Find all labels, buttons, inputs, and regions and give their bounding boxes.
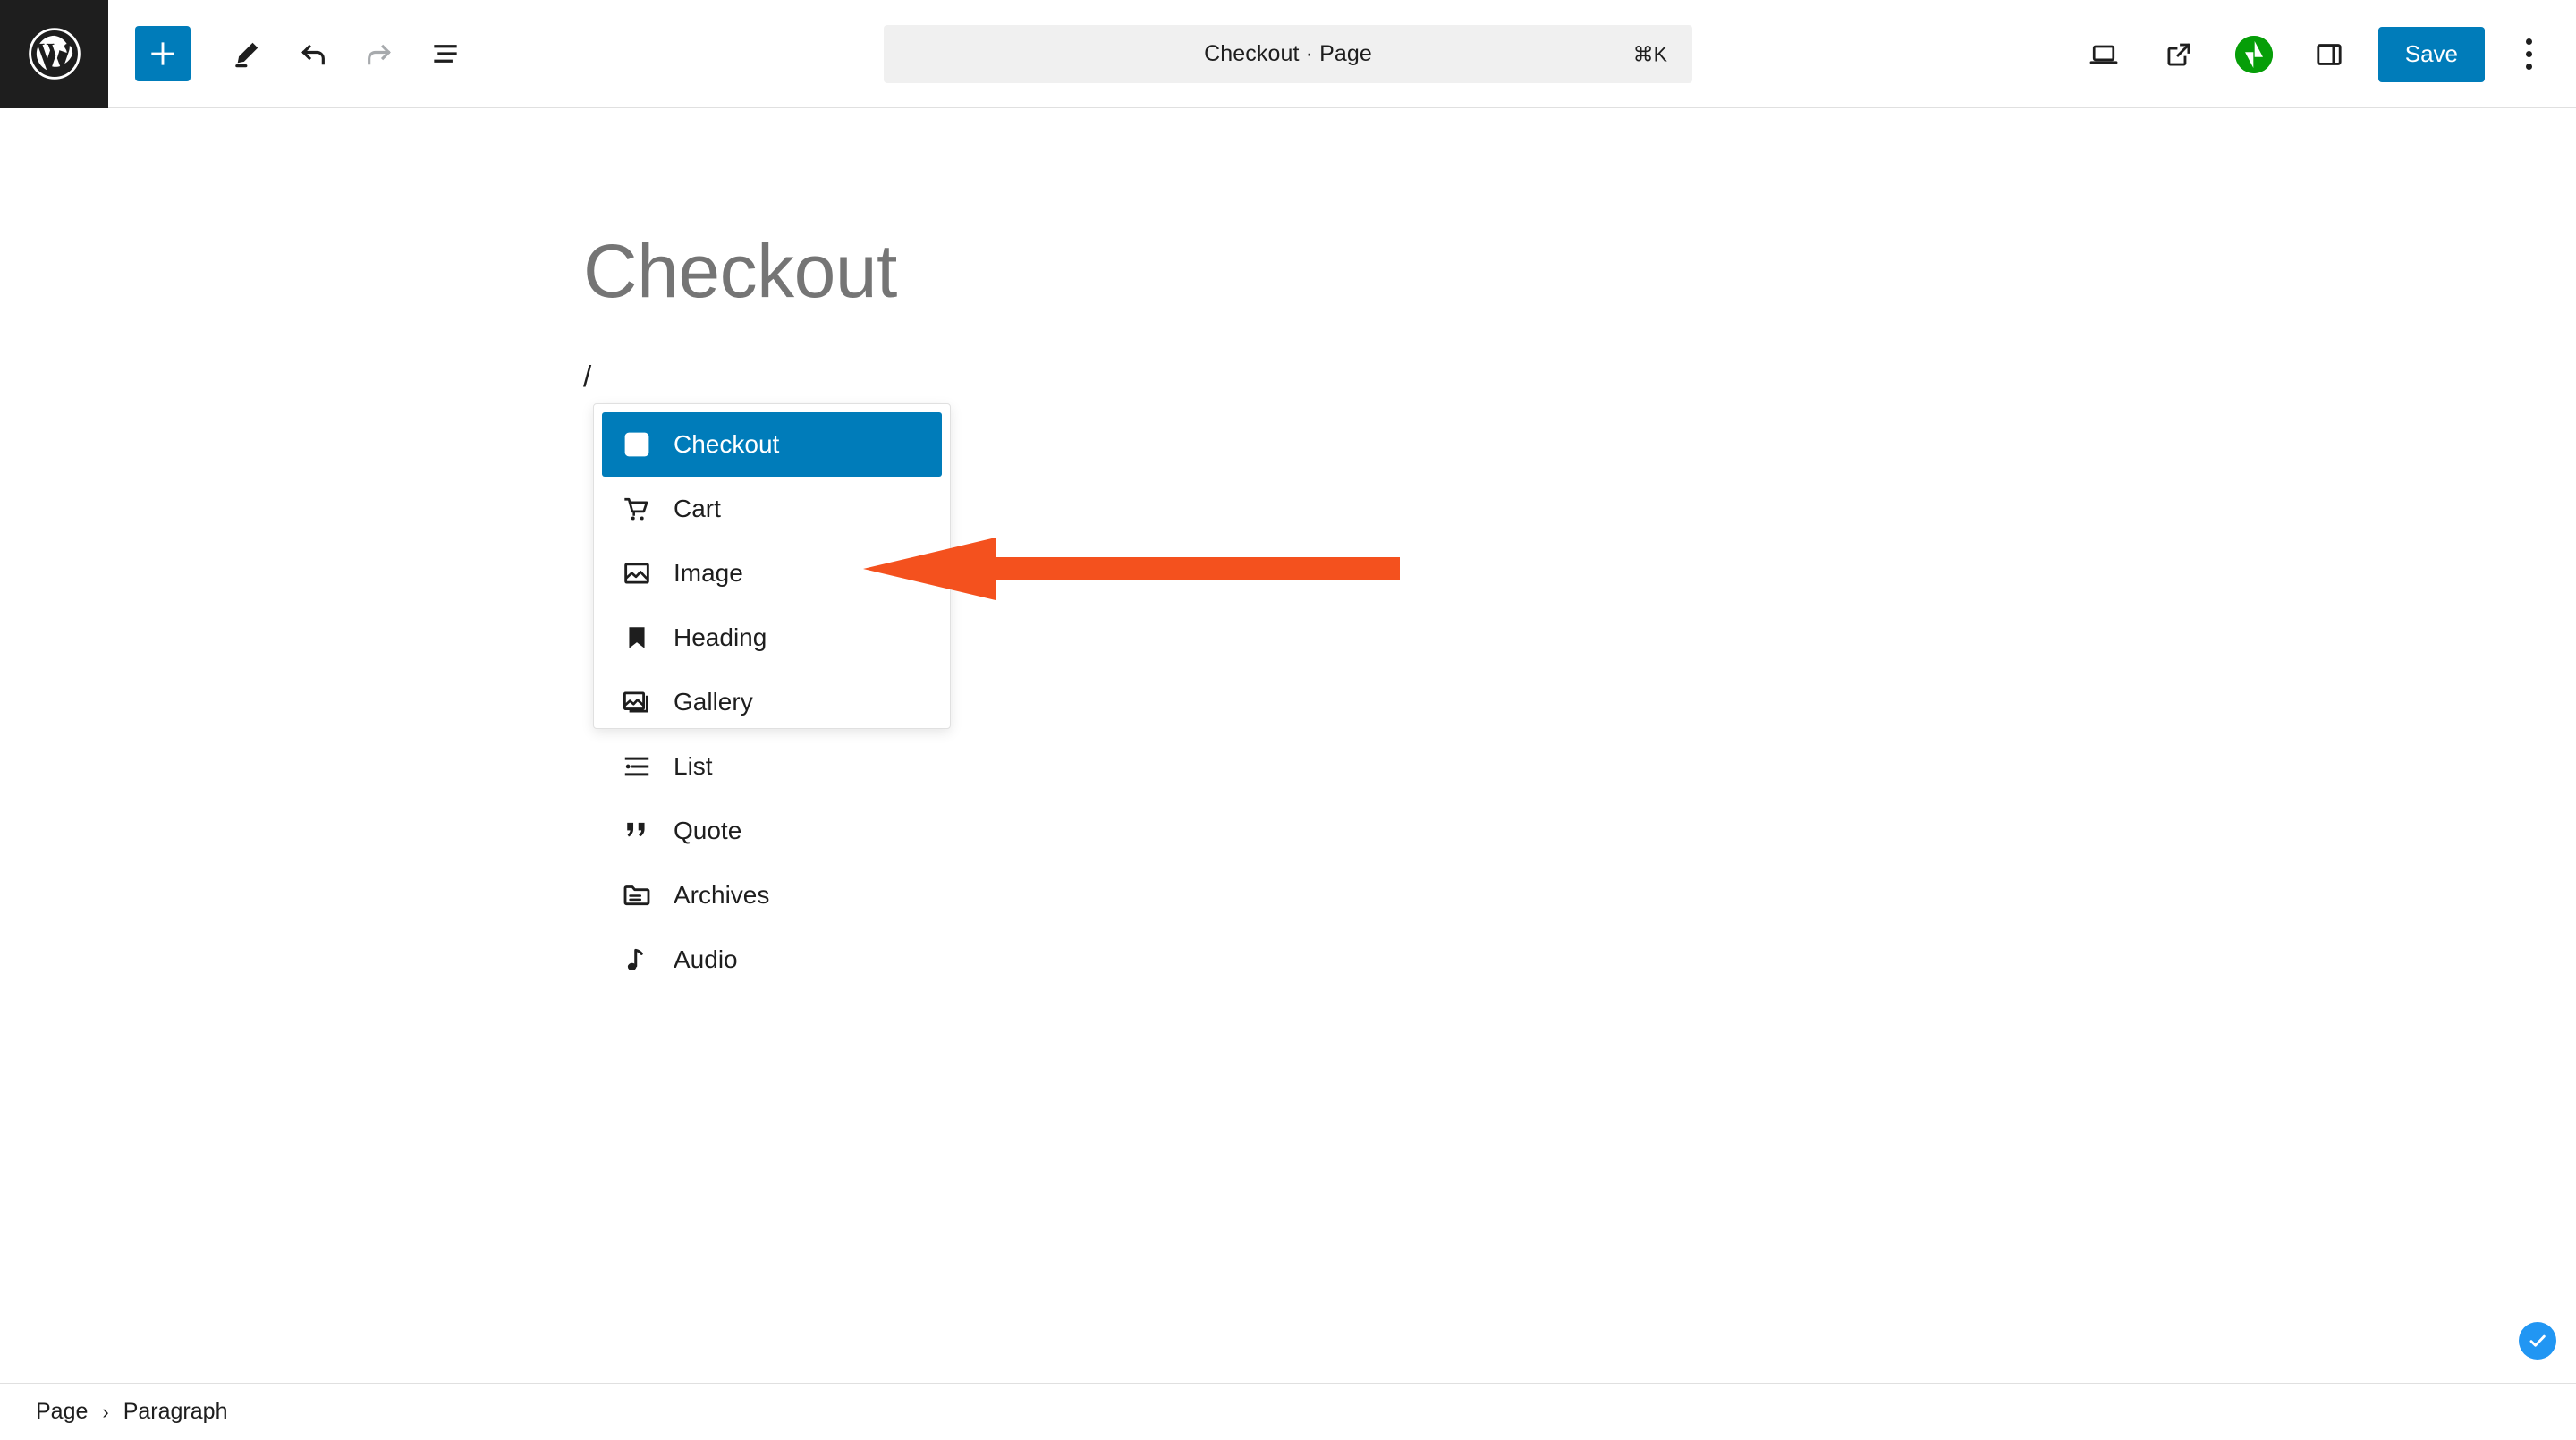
jetpack-icon (2234, 35, 2273, 73)
save-button[interactable]: Save (2377, 26, 2485, 82)
editor-header: Checkout · Page ⌘K Save (0, 0, 2576, 108)
command-bar-shortcut: ⌘K (1632, 42, 1667, 65)
slash-item-list[interactable]: List (602, 734, 942, 799)
checkmark-circle-icon (2526, 1329, 2549, 1352)
breadcrumb-separator-icon: › (102, 1400, 109, 1423)
slash-item-label: Quote (674, 817, 742, 844)
quote-marks-icon (618, 812, 656, 850)
bullet-list-icon (618, 748, 656, 785)
slash-item-image[interactable]: Image (602, 541, 942, 606)
page-title[interactable]: Checkout (583, 233, 897, 309)
slash-item-label: Audio (674, 945, 738, 973)
command-bar-title: Checkout · Page (1204, 41, 1372, 66)
slash-inserter-popover: Checkout Cart Image Heading Gallery List… (593, 403, 951, 973)
checkout-form-icon (618, 426, 656, 463)
jetpack-button[interactable] (2221, 21, 2287, 88)
add-block-button[interactable] (135, 26, 191, 81)
slash-inserter-list: Checkout Cart Image Heading Gallery List… (594, 412, 950, 992)
command-bar[interactable]: Checkout · Page ⌘K (884, 25, 1692, 83)
slash-item-checkout[interactable]: Checkout (602, 412, 942, 477)
tools-button[interactable] (214, 21, 280, 87)
header-left-toolbar (108, 21, 479, 87)
archives-folder-icon (618, 877, 656, 914)
pencil-icon (230, 37, 264, 71)
undo-button[interactable] (280, 21, 346, 87)
editor-options-button[interactable] (2501, 23, 2556, 86)
header-right-toolbar: Save (2071, 0, 2556, 108)
slash-item-cart[interactable]: Cart (602, 477, 942, 541)
kebab-menu-icon (2525, 38, 2532, 70)
status-check-badge[interactable] (2519, 1322, 2556, 1360)
slash-item-label: Image (674, 559, 743, 587)
slash-item-audio[interactable]: Audio (602, 928, 942, 992)
slash-item-label: Archives (674, 881, 770, 909)
paragraph-block[interactable]: / (583, 359, 591, 394)
view-button[interactable] (2071, 21, 2137, 88)
settings-sidebar-button[interactable] (2296, 21, 2362, 88)
block-breadcrumb-bar: Page › Paragraph (0, 1383, 2576, 1440)
image-icon (618, 555, 656, 592)
breadcrumb-item-page[interactable]: Page (36, 1399, 88, 1425)
gallery-icon (618, 683, 656, 721)
shopping-cart-icon (618, 490, 656, 528)
audio-note-icon (618, 941, 656, 978)
slash-item-gallery[interactable]: Gallery (602, 670, 942, 734)
slash-item-label: Gallery (674, 688, 753, 716)
redo-arrow-icon (361, 36, 397, 72)
slash-item-label: Heading (674, 623, 767, 651)
slash-item-label: List (674, 752, 713, 780)
breadcrumb-item-paragraph[interactable]: Paragraph (123, 1399, 228, 1425)
preview-external-button[interactable] (2146, 21, 2212, 88)
list-view-icon (428, 37, 462, 71)
slash-item-heading[interactable]: Heading (602, 606, 942, 670)
wordpress-logo-icon (27, 26, 82, 81)
wordpress-logo-button[interactable] (0, 0, 108, 108)
slash-item-quote[interactable]: Quote (602, 799, 942, 863)
external-link-icon (2162, 38, 2196, 72)
editor-canvas: Checkout / Checkout Cart Image Heading G… (0, 108, 2576, 1383)
plus-icon (147, 38, 179, 70)
sidebar-panel-icon (2312, 38, 2346, 72)
slash-item-archives[interactable]: Archives (602, 863, 942, 928)
heading-bookmark-icon (618, 619, 656, 656)
undo-arrow-icon (295, 36, 331, 72)
laptop-icon (2087, 38, 2121, 72)
slash-item-label: Checkout (674, 430, 780, 458)
document-overview-button[interactable] (412, 21, 479, 87)
slash-item-label: Cart (674, 495, 721, 522)
redo-button[interactable] (346, 21, 412, 87)
